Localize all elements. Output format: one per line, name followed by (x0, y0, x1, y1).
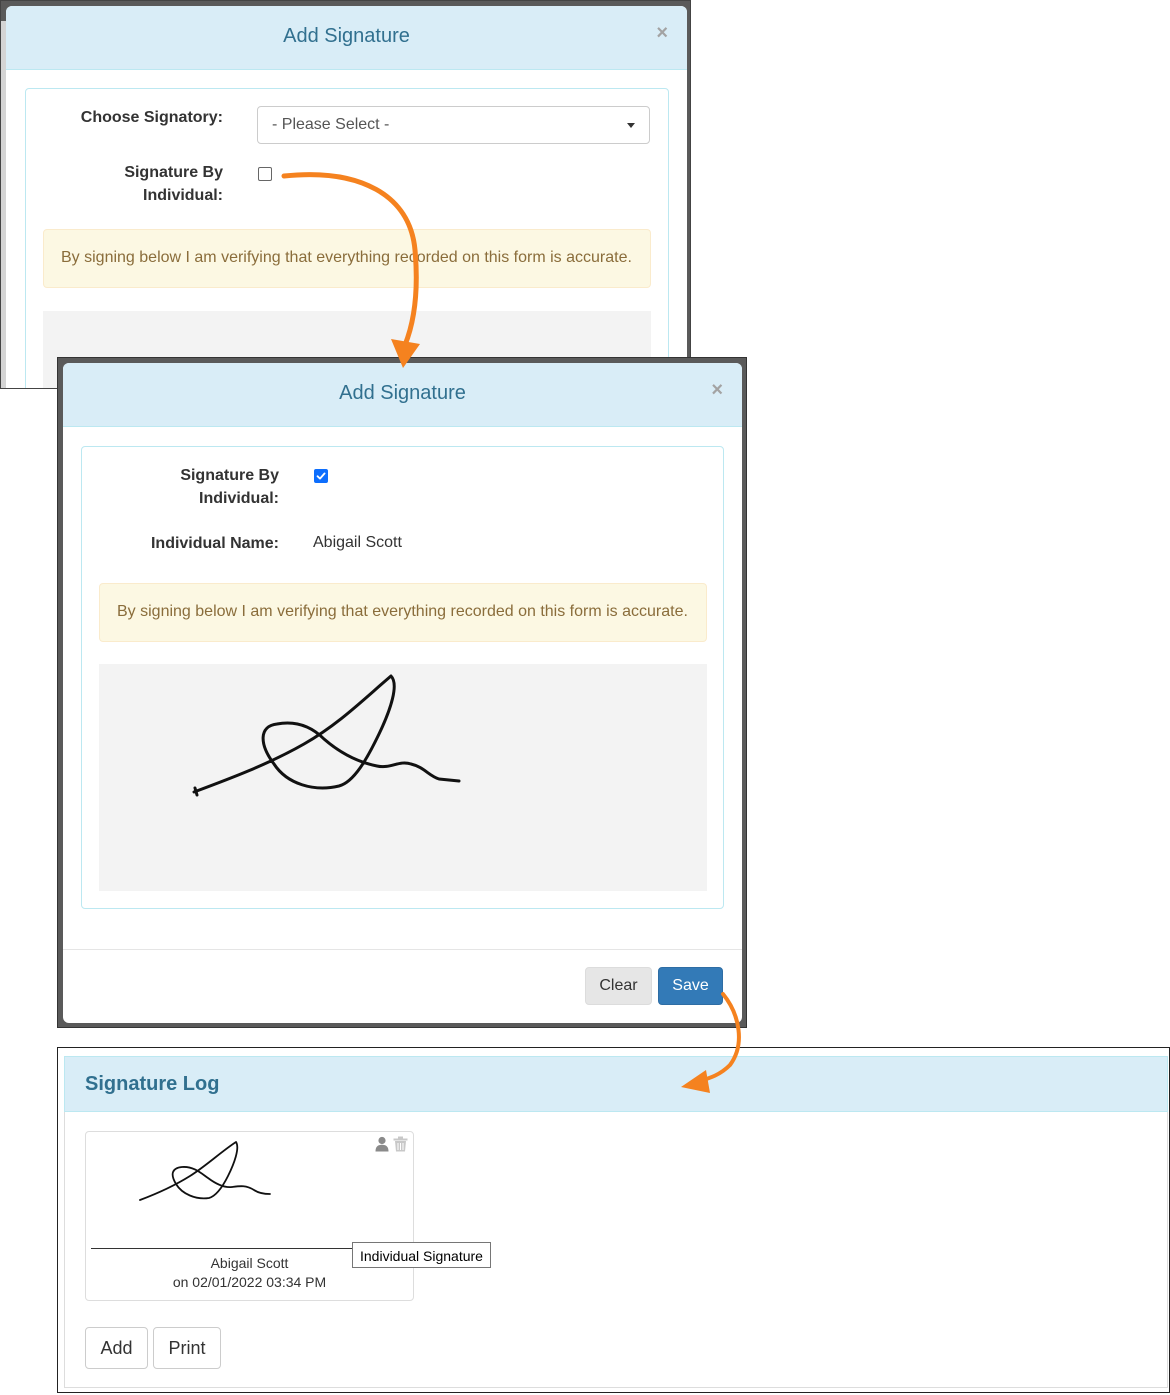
modal-title: Add Signature (283, 25, 410, 47)
verification-notice-text: By signing below I am verifying that eve… (61, 249, 632, 266)
modal-header: Add Signature × (6, 6, 687, 70)
label-line: Signature By (180, 467, 279, 484)
screenshot-step-3: Signature Log Abigail Scott on 02/01/202… (57, 1047, 1170, 1393)
signature-log-body: Abigail Scott on 02/01/2022 03:34 PM Ind… (64, 1112, 1168, 1388)
close-icon[interactable]: × (656, 22, 668, 45)
print-button[interactable]: Print (153, 1327, 221, 1369)
trash-icon-glyph (393, 1136, 408, 1152)
signature-pad[interactable] (99, 664, 707, 891)
signatory-select[interactable]: - Please Select - (257, 106, 650, 144)
modal-footer-divider (63, 949, 742, 950)
verification-notice-text: By signing below I am verifying that eve… (117, 603, 688, 620)
label-line: Signature By (124, 164, 223, 181)
individual-name-value: Abigail Scott (313, 534, 402, 551)
person-icon-glyph (375, 1136, 389, 1152)
individual-signature-tooltip: Individual Signature (352, 1242, 491, 1268)
verification-notice: By signing below I am verifying that eve… (43, 229, 651, 288)
add-signature-modal: Add Signature × Choose Signatory: - Plea… (6, 6, 687, 388)
screenshot-step-2: Add Signature × Signature By Individual:… (57, 357, 747, 1028)
label-line: Individual: (199, 490, 279, 507)
signature-date: on 02/01/2022 03:34 PM (172, 1274, 327, 1290)
screenshot-step-1: Add Signature × Choose Signatory: - Plea… (0, 0, 691, 389)
signatory-select-value: - Please Select - (272, 116, 390, 133)
save-button[interactable]: Save (658, 967, 723, 1005)
verification-notice: By signing below I am verifying that eve… (99, 583, 707, 642)
chevron-down-icon (627, 123, 635, 128)
close-icon[interactable]: × (711, 379, 723, 402)
clear-button[interactable]: Clear (585, 967, 652, 1005)
add-button[interactable]: Add (85, 1327, 148, 1369)
person-icon[interactable] (375, 1136, 389, 1157)
signature-thumbnail (139, 1141, 271, 1201)
signature-by-individual-checkbox[interactable] (314, 469, 328, 483)
modal-header: Add Signature × (63, 363, 742, 427)
signature-by-individual-label: Signature By Individual: (46, 161, 223, 207)
signature-by-individual-checkbox[interactable] (258, 167, 272, 181)
add-signature-modal: Add Signature × Signature By Individual:… (63, 363, 742, 1023)
signature-drawing (192, 674, 461, 797)
label-line: Individual: (143, 187, 223, 204)
signature-card: Abigail Scott on 02/01/2022 03:34 PM (85, 1131, 414, 1301)
signature-log-title: Signature Log (85, 1073, 220, 1095)
modal-title: Add Signature (339, 382, 466, 404)
signature-form-panel: Choose Signatory: - Please Select - Sign… (25, 88, 669, 388)
signature-log-header: Signature Log (64, 1056, 1168, 1112)
trash-icon[interactable] (393, 1136, 408, 1157)
checkmark-icon (316, 472, 326, 480)
individual-name-label: Individual Name: (150, 535, 279, 552)
signature-by-individual-label: Signature By Individual: (102, 464, 279, 510)
signature-form-panel: Signature By Individual: Individual Name… (81, 446, 724, 909)
choose-signatory-label: Choose Signatory: (80, 109, 223, 126)
